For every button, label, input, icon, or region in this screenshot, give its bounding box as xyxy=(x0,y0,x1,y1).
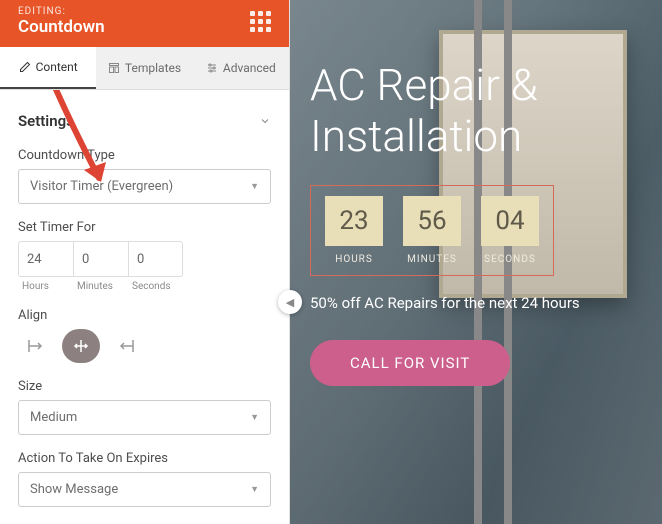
preview-pane: ◀ AC Repair & Installation 23HOURS 56MIN… xyxy=(290,0,662,524)
countdown-type-label: Countdown Type xyxy=(18,148,271,163)
seconds-input[interactable] xyxy=(128,241,183,277)
countdown-seconds-label: SECONDS xyxy=(481,254,539,265)
chevron-down-icon: ▼ xyxy=(250,412,259,423)
settings-section-header[interactable]: Settings xyxy=(18,112,271,130)
align-label: Align xyxy=(18,308,271,323)
align-center-button[interactable] xyxy=(62,329,100,363)
action-expires-select[interactable]: Show Message▼ xyxy=(18,472,271,507)
tab-content[interactable]: Content xyxy=(0,47,96,89)
size-select[interactable]: Medium▼ xyxy=(18,400,271,435)
set-timer-label: Set Timer For xyxy=(18,220,271,235)
pencil-icon xyxy=(19,61,31,73)
countdown-hours-value: 23 xyxy=(325,196,383,246)
align-right-button[interactable] xyxy=(106,329,144,363)
sliders-icon xyxy=(206,62,218,74)
editing-title: Countdown xyxy=(18,17,105,37)
size-label: Size xyxy=(18,379,271,394)
collapse-handle[interactable]: ◀ xyxy=(278,290,302,314)
tab-advanced[interactable]: Advanced xyxy=(193,47,289,89)
minutes-unit-label: Minutes xyxy=(73,281,128,292)
chevron-down-icon xyxy=(259,115,271,127)
countdown-widget: 23 HOURS 56 MINUTES 04 SECONDS xyxy=(310,185,554,276)
chevron-down-icon: ▼ xyxy=(250,484,259,495)
countdown-minutes-label: MINUTES xyxy=(403,254,461,265)
minutes-input[interactable] xyxy=(73,241,128,277)
action-expires-label: Action To Take On Expires xyxy=(18,451,271,466)
countdown-type-select[interactable]: Visitor Timer (Evergreen)▼ xyxy=(18,169,271,204)
editing-label: EDITING: xyxy=(18,6,105,17)
align-left-button[interactable] xyxy=(18,329,56,363)
tab-templates[interactable]: Templates xyxy=(96,47,192,89)
editor-sidebar: EDITING: Countdown Content Templates Adv… xyxy=(0,0,290,524)
headline-text: AC Repair & Installation xyxy=(310,60,662,161)
promo-text: 50% off AC Repairs for the next 24 hours xyxy=(310,294,662,312)
templates-icon xyxy=(108,62,120,74)
hours-unit-label: Hours xyxy=(18,281,73,292)
countdown-hours-label: HOURS xyxy=(325,254,383,265)
panel-header: EDITING: Countdown xyxy=(0,0,289,47)
panel-tabs: Content Templates Advanced xyxy=(0,47,289,90)
grid-handle-icon[interactable] xyxy=(250,11,271,32)
cta-button[interactable]: CALL FOR VISIT xyxy=(310,340,510,386)
hours-input[interactable] xyxy=(18,241,73,277)
seconds-unit-label: Seconds xyxy=(128,281,183,292)
countdown-seconds-value: 04 xyxy=(481,196,539,246)
countdown-minutes-value: 56 xyxy=(403,196,461,246)
chevron-down-icon: ▼ xyxy=(250,181,259,192)
